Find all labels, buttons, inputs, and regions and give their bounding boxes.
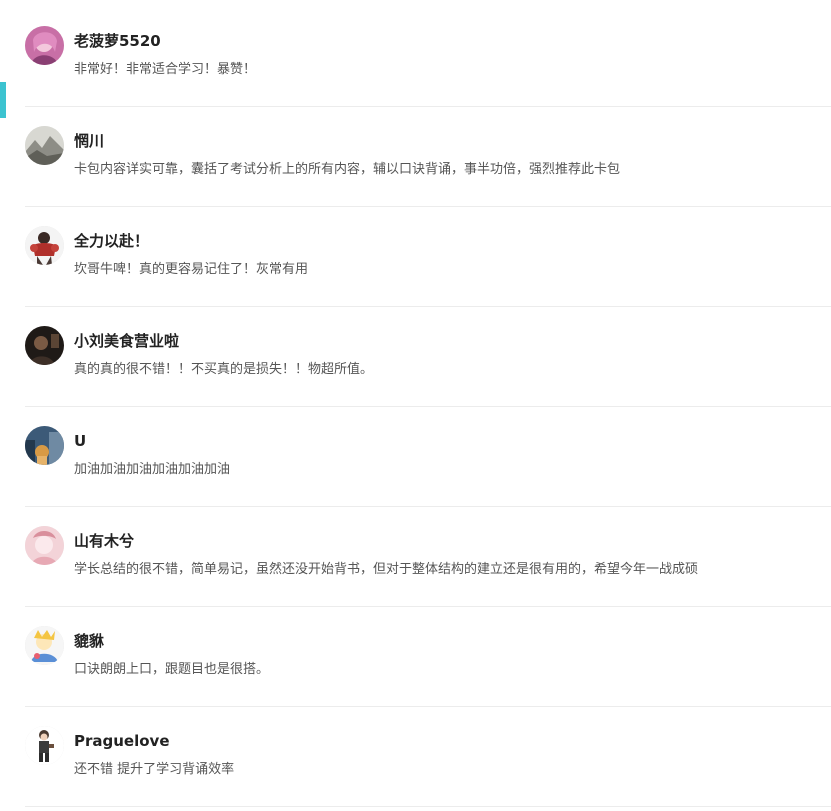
comment-text: 还不错 提升了学习背诵效率 [74, 762, 235, 777]
avatar-graphic [25, 126, 64, 165]
user-name[interactable]: 山有木兮 [74, 531, 134, 551]
review-item: 惘川 卡包内容详实可靠，囊括了考试分析上的所有内容，辅以口诀背诵，事半功倍，强烈… [25, 107, 831, 207]
user-name[interactable]: 小刘美食营业啦 [74, 331, 179, 351]
review-list: 老菠萝5520 非常好！非常适合学习！暴赞！ 惘川 卡包内容详实可靠，囊括了考试… [25, 7, 831, 807]
user-name[interactable]: 貔貅 [74, 631, 104, 651]
user-avatar-figure-icon[interactable] [25, 726, 64, 765]
review-item: 貔貅 口诀朗朗上口，跟题目也是很搭。 [25, 607, 831, 707]
review-item: Praguelove 还不错 提升了学习背诵效率 [25, 707, 831, 807]
user-avatar-fighter-icon[interactable] [25, 226, 64, 265]
user-avatar-landscape-icon[interactable] [25, 126, 64, 165]
avatar-graphic [25, 326, 64, 365]
user-name[interactable]: 惘川 [74, 131, 104, 151]
review-item: U 加油加油加油加油加油加油 [25, 407, 831, 507]
user-name[interactable]: 老菠萝5520 [74, 31, 161, 51]
comment-text: 真的真的很不错！！不买真的是损失！！物超所值。 [74, 362, 374, 377]
comment-text: 非常好！非常适合学习！暴赞！ [74, 62, 257, 77]
comment-text: 学长总结的很不错，简单易记，虽然还没开始背书，但对于整体结构的建立还是很有用的，… [74, 562, 699, 577]
user-name[interactable]: U [74, 431, 86, 451]
comment-text: 坎哥牛啤！真的更容易记住了！灰常有用 [74, 262, 309, 277]
avatar-graphic [25, 626, 64, 665]
comment-text: 加油加油加油加油加油加油 [74, 462, 231, 477]
review-item: 老菠萝5520 非常好！非常适合学习！暴赞！ [25, 7, 831, 107]
review-item: 山有木兮 学长总结的很不错，简单易记，虽然还没开始背书，但对于整体结构的建立还是… [25, 507, 831, 607]
comment-text: 口诀朗朗上口，跟题目也是很搭。 [74, 662, 270, 677]
avatar-graphic [25, 726, 64, 765]
user-avatar-pink-illustration-icon[interactable] [25, 526, 64, 565]
user-name[interactable]: 全力以赴！ [74, 231, 149, 251]
user-avatar-pink-hair-icon[interactable] [25, 26, 64, 65]
avatar-graphic [25, 526, 64, 565]
avatar-graphic [25, 426, 64, 465]
user-name[interactable]: Praguelove [74, 731, 170, 751]
user-avatar-cartoon-icon[interactable] [25, 626, 64, 665]
review-item: 全力以赴！ 坎哥牛啤！真的更容易记住了！灰常有用 [25, 207, 831, 307]
user-avatar-dark-photo-icon[interactable] [25, 326, 64, 365]
user-avatar-city-photo-icon[interactable] [25, 426, 64, 465]
review-item: 小刘美食营业啦 真的真的很不错！！不买真的是损失！！物超所值。 [25, 307, 831, 407]
comment-text: 卡包内容详实可靠，囊括了考试分析上的所有内容，辅以口诀背诵，事半功倍，强烈推荐此… [74, 162, 621, 177]
avatar-graphic [25, 26, 64, 65]
scroll-accent-indicator [0, 82, 6, 118]
avatar-graphic [25, 226, 64, 265]
